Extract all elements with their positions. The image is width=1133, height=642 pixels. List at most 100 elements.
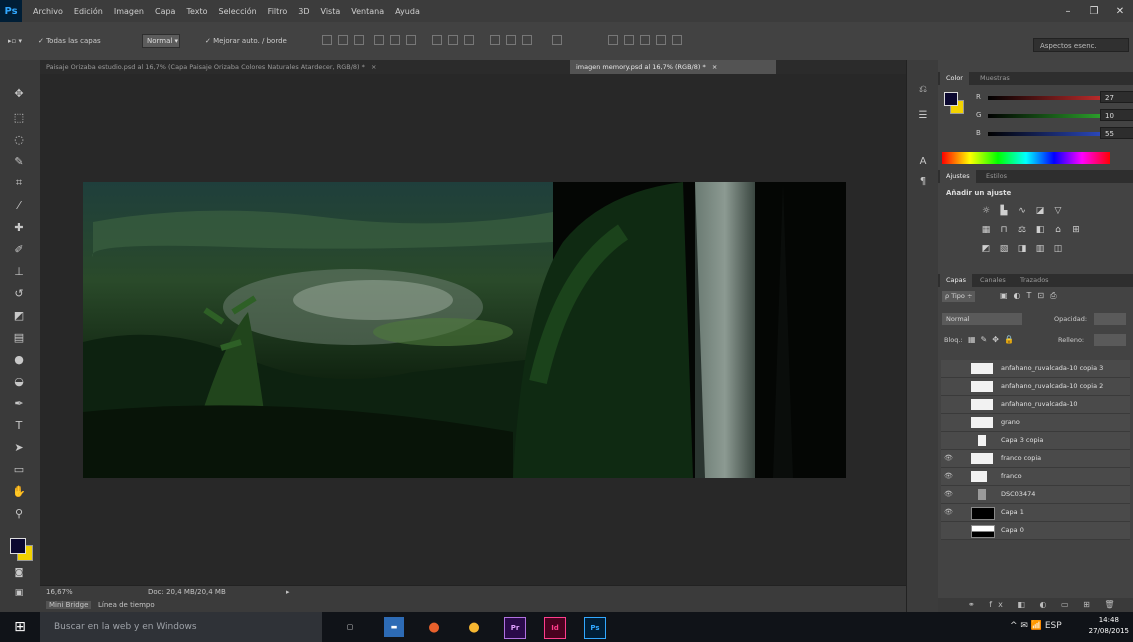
tab-imagen-memory[interactable]: imagen memory.psd al 16,7% (RGB/8) * × [570, 60, 776, 74]
menu-edicion[interactable]: Edición [74, 7, 103, 16]
crop-tool-icon[interactable]: ⌗ [10, 174, 28, 192]
vibrance-icon[interactable]: ▦ [980, 224, 992, 236]
menu-seleccion[interactable]: Selección [219, 7, 257, 16]
tab-styles[interactable]: Estilos [980, 170, 1013, 183]
clone-stamp-tool-icon[interactable]: ⊥ [10, 262, 28, 280]
levels-icon[interactable]: ▙ [998, 205, 1010, 217]
canvas-area[interactable] [40, 74, 906, 585]
file-explorer-icon[interactable]: ▬ [384, 617, 404, 637]
tab-color[interactable]: Color [940, 72, 969, 85]
zoom-level[interactable]: 16,67% [46, 588, 73, 596]
color-panel-foreground-swatch[interactable] [944, 92, 958, 106]
menu-ventana[interactable]: Ventana [351, 7, 384, 16]
auto-enhance-checkbox[interactable]: ✓ Mejorar auto. / borde [205, 37, 287, 45]
blur-tool-icon[interactable]: ● [10, 350, 28, 368]
selective-color-icon[interactable]: ◫ [1052, 243, 1064, 255]
layer-row[interactable]: grano [941, 414, 1130, 432]
gradient-tool-icon[interactable]: ▤ [10, 328, 28, 346]
taskbar-search-box[interactable]: Buscar en la web y en Windows [40, 612, 322, 642]
visibility-eye-icon[interactable]: 👁 [944, 490, 953, 498]
document-image[interactable] [83, 182, 846, 478]
dodge-tool-icon[interactable]: ◒ [10, 372, 28, 390]
color-balance-icon[interactable]: ⚖ [1016, 224, 1028, 236]
type-tool-icon[interactable]: T [10, 416, 28, 434]
taskbar-clock[interactable]: 14:48 27/08/2015 [1089, 615, 1129, 637]
menu-archivo[interactable]: Archivo [33, 7, 63, 16]
align-center-icon[interactable] [390, 35, 400, 45]
3d-pan-icon[interactable] [640, 35, 650, 45]
distribute-middle-icon[interactable] [448, 35, 458, 45]
layer-row[interactable]: 👁 Capa 1 [941, 504, 1130, 522]
hue-icon[interactable]: ⊓ [998, 224, 1010, 236]
paragraph-icon[interactable]: ¶ [916, 174, 930, 188]
healing-brush-tool-icon[interactable]: ✚ [10, 218, 28, 236]
marquee-tool-icon[interactable]: ⬚ [10, 108, 28, 126]
mode-select[interactable]: Normal ▾ [142, 34, 180, 48]
align-left-icon[interactable] [374, 35, 384, 45]
menu-vista[interactable]: Vista [321, 7, 341, 16]
tab-layers[interactable]: Capas [940, 274, 973, 287]
tab-timeline[interactable]: Línea de tiempo [98, 601, 155, 609]
threshold-icon[interactable]: ◨ [1016, 243, 1028, 255]
layer-filter-icons[interactable]: ▣◐T⊡⎙ [1000, 291, 1063, 301]
firefox-icon[interactable]: ● [424, 617, 444, 637]
curves-icon[interactable]: ∿ [1016, 205, 1028, 217]
align-top-icon[interactable] [322, 35, 332, 45]
slider-g-track[interactable] [988, 114, 1114, 118]
tool-preset-picker[interactable]: ▸▫ ▾ [8, 37, 22, 45]
move-tool-icon[interactable]: ✥ [10, 84, 28, 102]
tab-paisaje-orizaba[interactable]: Paisaje Orizaba estudio.psd al 16,7% (Ca… [40, 60, 566, 74]
slider-b-track[interactable] [988, 132, 1114, 136]
3d-scale-icon[interactable] [672, 35, 682, 45]
menu-imagen[interactable]: Imagen [114, 7, 144, 16]
brush-tool-icon[interactable]: ✐ [10, 240, 28, 258]
close-button[interactable]: ✕ [1107, 0, 1133, 22]
gradient-map-icon[interactable]: ▥ [1034, 243, 1046, 255]
visibility-eye-icon[interactable]: 👁 [944, 454, 953, 462]
distribute-center-icon[interactable] [506, 35, 516, 45]
tab-mini-bridge[interactable]: Mini Bridge [46, 601, 92, 609]
layer-row[interactable]: anfahano_ruvalcada-10 [941, 396, 1130, 414]
3d-slide-icon[interactable] [656, 35, 666, 45]
layer-row[interactable]: Capa 3 copia [941, 432, 1130, 450]
exposure-icon[interactable]: ◪ [1034, 205, 1046, 217]
windows-start-icon[interactable]: ⊞ [0, 612, 40, 642]
pen-tool-icon[interactable]: ✒ [10, 394, 28, 412]
3d-roll-icon[interactable] [624, 35, 634, 45]
tab-adjustments[interactable]: Ajustes [940, 170, 976, 183]
slider-g-value[interactable]: 10 [1100, 109, 1133, 121]
3d-rotate-icon[interactable] [608, 35, 618, 45]
layer-row[interactable]: 👁 DSC03474 [941, 486, 1130, 504]
menu-filtro[interactable]: Filtro [268, 7, 288, 16]
foreground-color-swatch[interactable] [10, 538, 26, 554]
tab-swatches[interactable]: Muestras [974, 72, 1016, 85]
lock-icons[interactable]: ▦✎✥🔒 [968, 335, 1019, 344]
screen-mode-icon[interactable]: ▣ [10, 584, 28, 602]
history-brush-tool-icon[interactable]: ↺ [10, 284, 28, 302]
hand-tool-icon[interactable]: ✋ [10, 482, 28, 500]
posterize-icon[interactable]: ▧ [998, 243, 1010, 255]
quick-selection-tool-icon[interactable]: ✎ [10, 152, 28, 170]
bw-icon[interactable]: ◧ [1034, 224, 1046, 236]
layer-row[interactable]: anfahano_ruvalcada-10 copia 3 [941, 360, 1130, 378]
restore-button[interactable]: ❐ [1081, 0, 1107, 22]
status-menu-arrow-icon[interactable]: ▸ [286, 588, 290, 596]
fill-field[interactable] [1094, 334, 1126, 346]
align-right-icon[interactable] [406, 35, 416, 45]
quick-mask-icon[interactable]: ◙ [10, 564, 28, 582]
system-tray-icons[interactable]: ^ ✉ 📶 ESP [1010, 621, 1062, 631]
layer-row[interactable]: Capa 0 [941, 522, 1130, 540]
sample-all-layers-checkbox[interactable]: ✓ Todas las capas [38, 37, 101, 45]
opacity-field[interactable] [1094, 313, 1126, 325]
eraser-tool-icon[interactable]: ◩ [10, 306, 28, 324]
align-middle-icon[interactable] [338, 35, 348, 45]
close-icon[interactable]: × [371, 63, 376, 71]
menu-capa[interactable]: Capa [155, 7, 175, 16]
invert-icon[interactable]: ◩ [980, 243, 992, 255]
visibility-eye-icon[interactable]: 👁 [944, 472, 953, 480]
distribute-left-icon[interactable] [490, 35, 500, 45]
visibility-eye-icon[interactable]: 👁 [944, 508, 953, 516]
premiere-icon[interactable]: Pr [504, 617, 526, 639]
character-icon[interactable]: A [916, 154, 930, 168]
workspace-select[interactable]: Aspectos esenc. [1033, 38, 1129, 52]
